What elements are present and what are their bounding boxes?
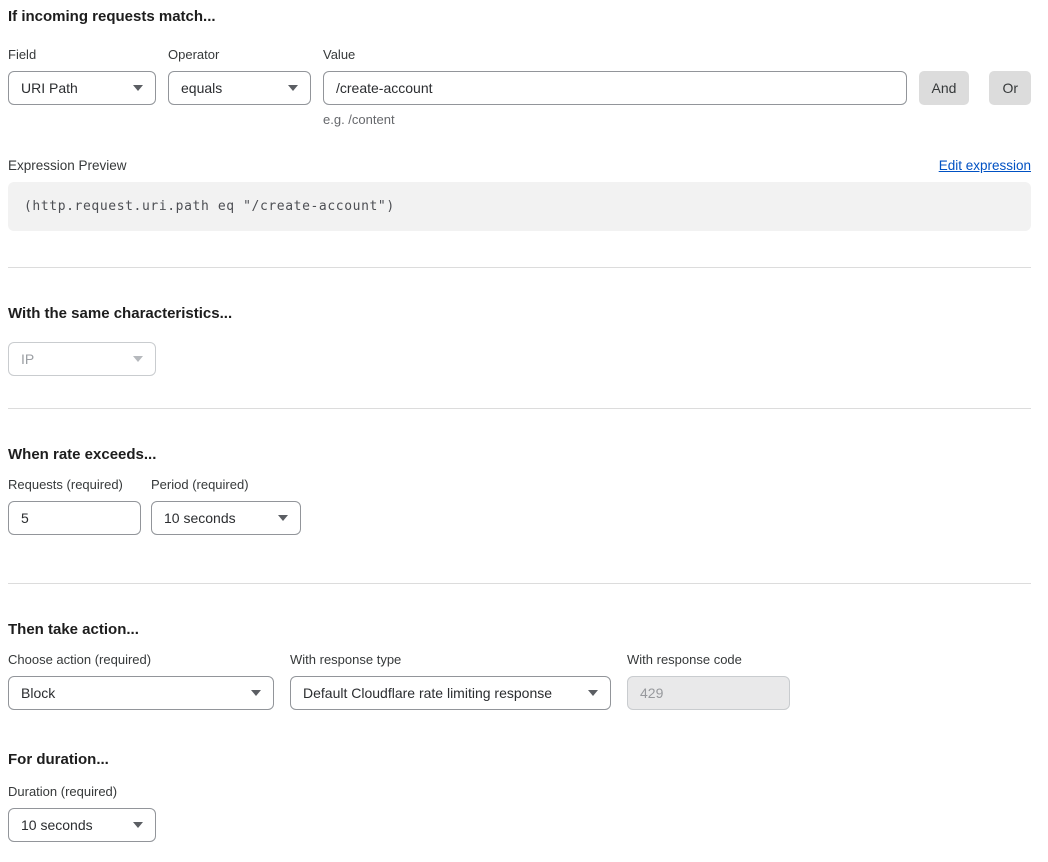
response-code-label: With response code xyxy=(627,652,790,668)
chevron-down-icon xyxy=(133,822,143,828)
section-heading-action: Then take action... xyxy=(8,621,1031,639)
chevron-down-icon xyxy=(278,515,288,521)
response-type-select-value: Default Cloudflare rate limiting respons… xyxy=(303,685,552,701)
period-select-value: 10 seconds xyxy=(164,510,236,526)
field-group-operator: Operator equals xyxy=(168,47,311,105)
action-select-value: Block xyxy=(21,685,55,701)
requests-label: Requests (required) xyxy=(8,477,141,493)
section-heading-incoming-requests: If incoming requests match... xyxy=(8,8,1031,26)
section-divider xyxy=(8,583,1031,584)
field-group-duration: Duration (required) 10 seconds xyxy=(8,784,156,842)
expression-preview-code: (http.request.uri.path eq "/create-accou… xyxy=(8,182,1031,231)
chevron-down-icon xyxy=(288,85,298,91)
operator-select[interactable]: equals xyxy=(168,71,311,105)
field-group-period: Period (required) 10 seconds xyxy=(151,477,301,535)
period-select[interactable]: 10 seconds xyxy=(151,501,301,535)
duration-label: Duration (required) xyxy=(8,784,156,800)
edit-expression-link[interactable]: Edit expression xyxy=(939,158,1031,173)
match-controls-row: Field URI Path Operator equals Value e.g… xyxy=(8,47,1031,127)
expression-preview-row: Expression Preview Edit expression xyxy=(8,158,1031,173)
value-hint: e.g. /content xyxy=(323,112,907,127)
chevron-down-icon xyxy=(588,690,598,696)
section-heading-characteristics: With the same characteristics... xyxy=(8,305,1031,323)
choose-action-label: Choose action (required) xyxy=(8,652,274,668)
characteristic-select[interactable]: IP xyxy=(8,342,156,376)
and-button[interactable]: And xyxy=(919,71,970,105)
field-group-action: Choose action (required) Block xyxy=(8,652,274,710)
field-group-value: Value e.g. /content xyxy=(323,47,907,127)
value-label: Value xyxy=(323,47,907,63)
field-select[interactable]: URI Path xyxy=(8,71,156,105)
response-type-label: With response type xyxy=(290,652,611,668)
field-select-value: URI Path xyxy=(21,80,78,96)
section-divider xyxy=(8,408,1031,409)
field-group-response-code: With response code xyxy=(627,652,790,710)
section-divider xyxy=(8,267,1031,268)
response-type-select[interactable]: Default Cloudflare rate limiting respons… xyxy=(290,676,611,710)
duration-select-value: 10 seconds xyxy=(21,817,93,833)
chevron-down-icon xyxy=(133,356,143,362)
section-heading-duration: For duration... xyxy=(8,751,1031,769)
expression-preview-label: Expression Preview xyxy=(8,158,127,173)
duration-select[interactable]: 10 seconds xyxy=(8,808,156,842)
operator-label: Operator xyxy=(168,47,311,63)
section-heading-rate: When rate exceeds... xyxy=(8,446,1031,464)
rate-controls-row: Requests (required) Period (required) 10… xyxy=(8,477,1031,535)
chevron-down-icon xyxy=(251,690,261,696)
field-group-field: Field URI Path xyxy=(8,47,156,105)
action-controls-row: Choose action (required) Block With resp… xyxy=(8,652,1031,710)
field-group-requests: Requests (required) xyxy=(8,477,141,535)
or-button[interactable]: Or xyxy=(989,71,1031,105)
value-input[interactable] xyxy=(323,71,907,105)
characteristics-row: IP xyxy=(8,342,1031,376)
operator-select-value: equals xyxy=(181,80,222,96)
action-select[interactable]: Block xyxy=(8,676,274,710)
field-group-response-type: With response type Default Cloudflare ra… xyxy=(290,652,611,710)
field-label: Field xyxy=(8,47,156,63)
rate-limiting-rule-form: If incoming requests match... Field URI … xyxy=(0,0,1048,862)
requests-input[interactable] xyxy=(8,501,141,535)
chevron-down-icon xyxy=(133,85,143,91)
period-label: Period (required) xyxy=(151,477,301,493)
response-code-input xyxy=(627,676,790,710)
characteristic-select-value: IP xyxy=(21,351,34,367)
